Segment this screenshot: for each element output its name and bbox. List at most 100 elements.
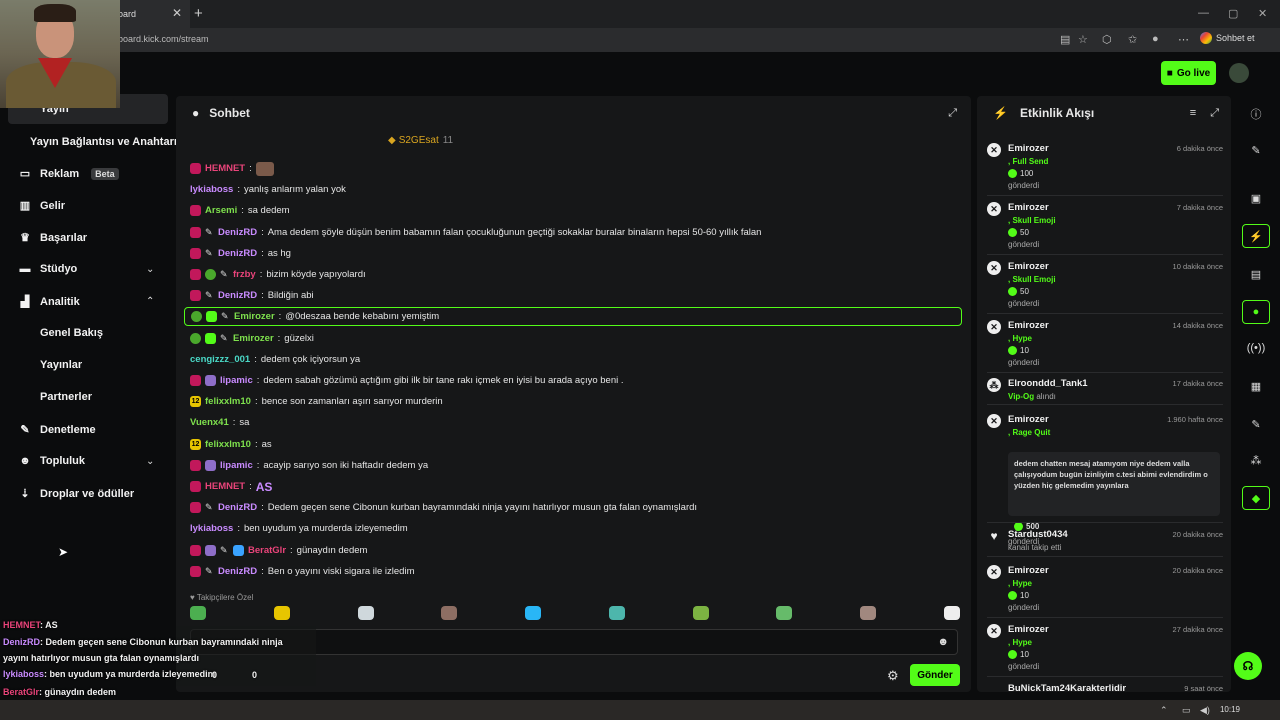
chat-username[interactable]: cengizzz_001 [190, 354, 250, 365]
chat-message[interactable]: ✎ DenizRD: Ama dedem şöyle düşün benim bab… [190, 223, 960, 242]
filter-icon[interactable]: ≡ [1190, 107, 1196, 120]
chat-username[interactable]: DenizRD [218, 290, 257, 301]
pinned-user[interactable]: ◆ S2GEsat 11 [384, 135, 453, 146]
chat-username[interactable]: DenizRD [218, 566, 257, 577]
chat-message[interactable]: ✎ DenizRD: Bildiğin abi [190, 286, 960, 305]
emote-option[interactable] [776, 606, 793, 620]
chevron-down-icon[interactable]: ⌄ [146, 456, 154, 467]
sidebar-subitem-overview[interactable]: Genel Bakış [40, 327, 103, 339]
chat-toggle-icon[interactable]: ● [1242, 300, 1270, 324]
chat-username[interactable]: Vuenx41 [190, 417, 229, 428]
chat-username[interactable]: Emirozer [233, 333, 274, 344]
popout-icon[interactable]: ⤢ [1210, 107, 1219, 120]
chat-message[interactable]: 12 felixxlm10: as [190, 435, 960, 454]
screen-icon[interactable]: ▣ [1242, 186, 1270, 210]
sidebar-item-revenue[interactable]: ▥ Gelir [18, 199, 65, 213]
chat-message[interactable]: ✎ frzby: bizim köyde yapıyolardı [190, 265, 960, 284]
activity-toggle-icon[interactable]: ⚡ [1242, 224, 1270, 248]
community-icon[interactable]: ⁂ [1242, 448, 1270, 472]
close-tab-icon[interactable]: ✕ [172, 6, 182, 20]
emote-option[interactable] [692, 606, 709, 620]
go-live-button[interactable]: ■ Go live [1161, 61, 1216, 85]
sidebar-item-stream-connection[interactable]: Yayın Bağlantısı ve Anahtarı [30, 136, 177, 148]
chat-username[interactable]: DenizRD [218, 227, 257, 238]
avatar[interactable] [1229, 63, 1249, 83]
maximize-icon[interactable]: ▢ [1228, 7, 1238, 20]
chat-username[interactable]: lipamic [220, 460, 253, 471]
window-close-icon[interactable]: ✕ [1258, 7, 1267, 20]
edit-icon[interactable]: ✎ [1242, 138, 1270, 162]
sidebar-item-studio[interactable]: ▬ Stüdyo [18, 263, 78, 275]
help-button[interactable]: ☊ [1234, 652, 1262, 680]
emote-option[interactable] [943, 606, 960, 620]
chat-settings-icon[interactable]: ⚙ [887, 668, 899, 684]
sidebar-item-community[interactable]: ☻ Topluluk [18, 455, 85, 467]
chat-message[interactable]: ✎ DenizRD: as hg [190, 244, 960, 263]
chat-username[interactable]: DenizRD [218, 502, 257, 513]
star-icon[interactable]: ☆ [1078, 33, 1088, 46]
chat-username[interactable]: lykiaboss [190, 523, 233, 534]
chat-message[interactable]: ✎ Emirozer: @0deszaa bende kebabını yemişt… [184, 307, 962, 327]
reader-icon[interactable]: ▤ [1060, 33, 1070, 46]
info-icon[interactable]: ⓘ [1242, 102, 1270, 126]
chat-username[interactable]: lipamic [220, 375, 253, 386]
profile-icon[interactable]: ● [1152, 33, 1159, 45]
volume-icon[interactable]: ◀) [1200, 705, 1210, 716]
sidebar-item-achievements[interactable]: ♛ Başarılar [18, 231, 87, 245]
emote-option[interactable] [860, 606, 877, 620]
chat-message[interactable]: 12 felixxlm10: bence son zamanları aşırı s… [190, 392, 960, 411]
sidebar-subitem-streams[interactable]: Yayınlar [40, 359, 82, 371]
chat-username[interactable]: felixxlm10 [205, 439, 251, 450]
chat-message[interactable]: Vuenx41: sa [190, 413, 960, 432]
chat-message[interactable]: ✎ Emirozer: güzelxi [190, 329, 960, 348]
emote-option[interactable] [441, 606, 458, 620]
chat-message[interactable]: HEMNET: [190, 159, 960, 178]
drops-icon[interactable]: ◆ [1242, 486, 1270, 510]
chat-message[interactable]: lipamic: acayip sarıyo son iki haftadır d… [190, 456, 960, 475]
chat-message[interactable]: lipamic: dedem sabah gözümü açtığım gibi … [190, 371, 960, 390]
chat-message[interactable]: ✎ BeratGlr: günaydın dedem [190, 541, 960, 560]
chat-message[interactable]: cengizzz_001: dedem çok içiyorsun ya [190, 350, 960, 369]
tools-icon[interactable]: ✎ [1242, 412, 1270, 436]
sidebar-item-ads[interactable]: ▭ Reklam Beta [18, 167, 119, 180]
chat-username[interactable]: HEMNET [205, 163, 245, 174]
chat-username[interactable]: DenizRD [218, 248, 257, 259]
chevron-up-icon[interactable]: ⌃ [1160, 705, 1168, 716]
chat-message[interactable]: HEMNET: AS [190, 477, 960, 496]
emote-option[interactable] [357, 606, 374, 620]
copilot-button[interactable]: Sohbet et [1200, 32, 1255, 44]
chat-message[interactable]: ✎ DenizRD: Ben o yayını viski sigara ile i… [190, 562, 960, 581]
url-field[interactable]: board.kick.com/stream [118, 34, 209, 44]
new-tab-button[interactable]: + [194, 5, 203, 22]
chat-username[interactable]: frzby [233, 269, 256, 280]
favorites-icon[interactable]: ✩ [1128, 33, 1137, 46]
chevron-up-icon[interactable]: ⌃ [146, 296, 154, 307]
sidebar-subitem-partners[interactable]: Partnerler [40, 391, 92, 403]
chevron-down-icon[interactable]: ⌄ [146, 264, 154, 275]
chat-username[interactable]: Emirozer [234, 311, 275, 322]
chat-message[interactable]: lykiaboss: ben uyudum ya murderda izleyem… [190, 519, 960, 538]
more-icon[interactable]: ⋯ [1178, 33, 1189, 46]
emote-option[interactable] [525, 606, 542, 620]
extension-icon[interactable]: ⬡ [1102, 33, 1112, 46]
send-button[interactable]: Gönder [910, 664, 960, 686]
sidebar-item-analytics[interactable]: ▟ Analitik [18, 295, 80, 309]
chat-message[interactable]: Arsemi: sa dedem [190, 201, 960, 220]
chat-username[interactable]: felixxlm10 [205, 396, 251, 407]
sidebar-item-drops[interactable]: ⇣ Droplar ve ödüller [18, 487, 134, 501]
emoji-icon[interactable]: ☻ [937, 636, 949, 648]
sidebar-item-moderation[interactable]: ✎ Denetleme [18, 423, 95, 437]
chat-username[interactable]: BeratGlr [248, 545, 286, 556]
network-icon[interactable]: ▭ [1182, 705, 1191, 716]
emote-option[interactable] [608, 606, 625, 620]
broadcast-icon[interactable]: ((•)) [1242, 336, 1270, 360]
chat-message[interactable]: lykiaboss: yanlış anlarım yalan yok [190, 180, 960, 199]
chat-username[interactable]: HEMNET [205, 481, 245, 492]
chat-message[interactable]: ✎ DenizRD: Dedem geçen sene Cibonun kurban… [190, 498, 960, 517]
chat-username[interactable]: Arsemi [205, 205, 237, 216]
minimize-icon[interactable]: — [1198, 7, 1209, 19]
popout-icon[interactable]: ⤢ [948, 107, 957, 120]
layout-icon[interactable]: ▦ [1242, 374, 1270, 398]
chat-username[interactable]: lykiaboss [190, 184, 233, 195]
notes-icon[interactable]: ▤ [1242, 262, 1270, 286]
